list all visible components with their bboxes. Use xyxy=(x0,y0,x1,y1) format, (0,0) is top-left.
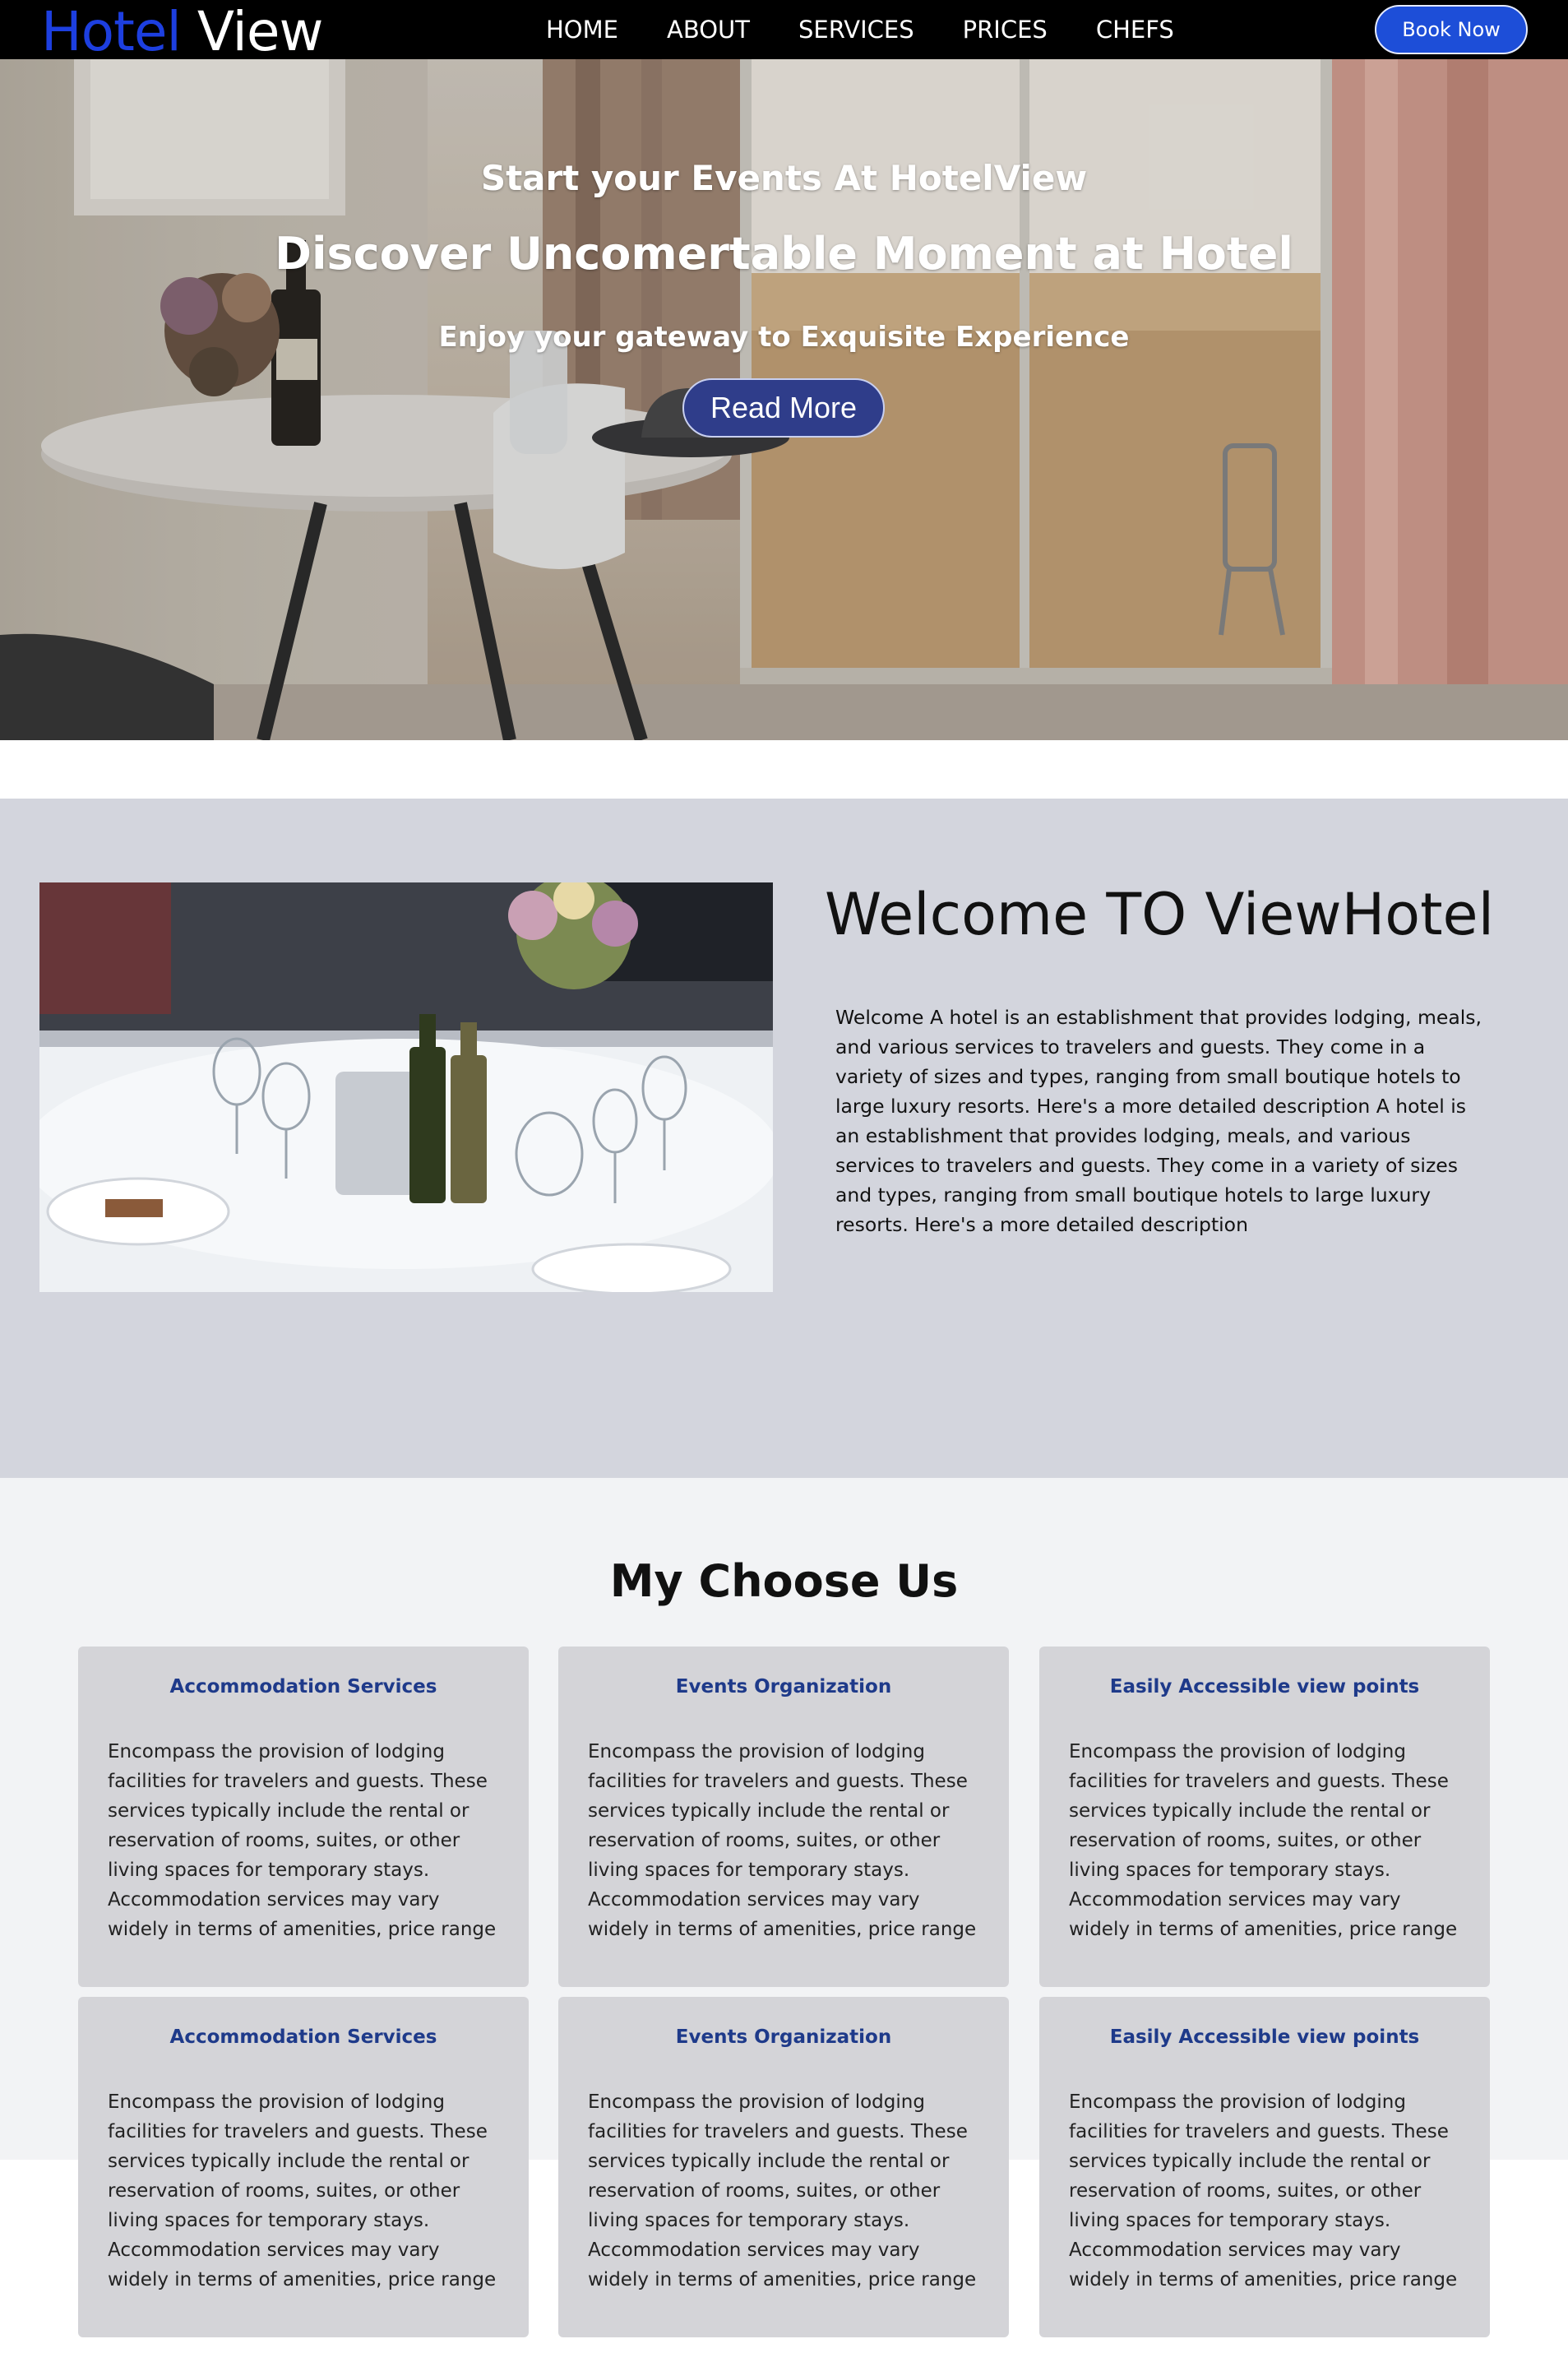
card-title: Easily Accessible view points xyxy=(1109,1676,1420,1697)
nav-link-services[interactable]: SERVICES xyxy=(798,16,914,44)
welcome-description: Welcome A hotel is an establishment that… xyxy=(835,1006,1482,1236)
dining-table-image xyxy=(39,882,773,1292)
navbar: Hotel View HOME ABOUT SERVICES PRICES CH… xyxy=(0,0,1568,63)
feature-card-events: Events Organization Encompass the provis… xyxy=(558,1647,1009,1987)
feature-card-events: Events Organization Encompass the provis… xyxy=(558,1997,1009,2337)
card-title: Easily Accessible view points xyxy=(1109,2026,1420,2048)
why-choose-us-section: My Choose Us Accommodation Services Enco… xyxy=(0,1478,1568,2337)
logo-part-view: View xyxy=(197,0,324,63)
book-now-button[interactable]: Book Now xyxy=(1375,5,1528,54)
site-logo[interactable]: Hotel View xyxy=(41,0,323,63)
card-text: Encompass the provision of lodging facil… xyxy=(588,1741,977,1940)
hero-title: Discover Uncomertable Moment at Hotel xyxy=(275,228,1293,280)
welcome-section: Welcome TO ViewHotel Welcome A hotel is … xyxy=(0,799,1568,1478)
welcome-title: Welcome TO ViewHotel xyxy=(824,881,1495,948)
feature-card-accommodation: Accommodation Services Encompass the pro… xyxy=(78,1997,529,2337)
card-title: Events Organization xyxy=(675,1676,892,1697)
logo-part-hotel: Hotel xyxy=(41,0,182,63)
feature-card-accommodation: Accommodation Services Encompass the pro… xyxy=(78,1647,529,1987)
card-text: Encompass the provision of lodging facil… xyxy=(108,2091,497,2290)
feature-card-viewpoints: Easily Accessible view points Encompass … xyxy=(1039,1997,1490,2337)
dining-table-illustration xyxy=(39,882,773,1292)
card-title: Events Organization xyxy=(675,2026,892,2048)
nav-link-about[interactable]: ABOUT xyxy=(667,16,750,44)
card-title: Accommodation Services xyxy=(169,1676,437,1697)
card-text: Encompass the provision of lodging facil… xyxy=(1069,1741,1458,1940)
hero-section: Start your Events At HotelView Discover … xyxy=(0,59,1568,740)
feature-card-viewpoints: Easily Accessible view points Encompass … xyxy=(1039,1647,1490,1987)
hero-tagline: Enjoy your gateway to Exquisite Experien… xyxy=(438,321,1130,354)
nav-link-chefs[interactable]: CHEFS xyxy=(1096,16,1174,44)
nav-links: HOME ABOUT SERVICES PRICES CHEFS xyxy=(546,0,1223,59)
card-text: Encompass the provision of lodging facil… xyxy=(108,1741,497,1940)
card-text: Encompass the provision of lodging facil… xyxy=(1069,2091,1458,2290)
nav-link-home[interactable]: HOME xyxy=(546,16,618,44)
card-title: Accommodation Services xyxy=(169,2026,437,2048)
read-more-button[interactable]: Read More xyxy=(682,378,885,438)
card-text: Encompass the provision of lodging facil… xyxy=(588,2091,977,2290)
choose-title: My Choose Us xyxy=(609,1555,959,1607)
nav-link-prices[interactable]: PRICES xyxy=(963,16,1048,44)
hero-kicker: Start your Events At HotelView xyxy=(480,158,1088,198)
